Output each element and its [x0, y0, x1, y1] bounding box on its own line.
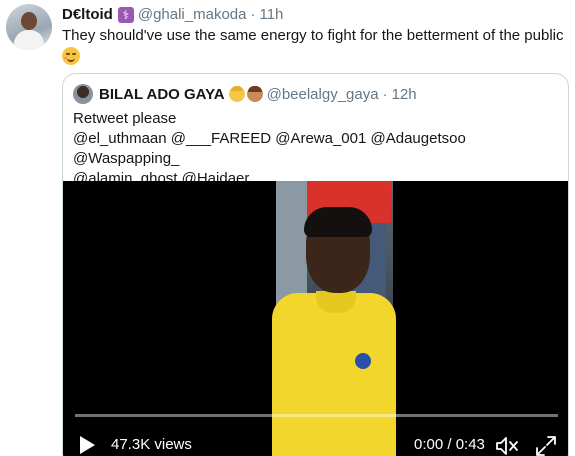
separator-dot: · [250, 6, 256, 23]
quoted-author-avatar[interactable] [73, 84, 93, 104]
shirt-crest [355, 353, 371, 369]
author-name[interactable]: D€ltoid [62, 6, 113, 23]
subject-hair [304, 207, 372, 237]
video-timecode: 0:00 / 0:43 [414, 436, 485, 453]
quoted-tweet-text: Retweet please @el_uthmaan @___FAREED @A… [73, 109, 560, 189]
author-handle[interactable]: @ghali_makoda [138, 6, 247, 23]
view-count: 47.3K views [111, 436, 192, 453]
quoted-text-mentions-1[interactable]: @el_uthmaan @___FAREED @Arewa_001 @Adaug… [73, 129, 560, 169]
mute-icon[interactable] [495, 435, 519, 456]
video-player[interactable]: 47.3K views 0:00 / 0:43 [63, 181, 568, 456]
tweet-time[interactable]: 11h [259, 6, 283, 23]
tweet-text-body: They should've use the same energy to fi… [62, 27, 564, 44]
quoted-tweet[interactable]: BILAL ADO GAYA @beelalgy_gaya · 12h Retw… [62, 73, 569, 456]
medical-symbol-icon: ⚕ [117, 6, 134, 23]
tweet-text: They should've use the same energy to fi… [62, 26, 567, 66]
quoted-author-name[interactable]: BILAL ADO GAYA [99, 86, 225, 103]
quoted-author-handle[interactable]: @beelalgy_gaya [267, 86, 379, 103]
author-avatar[interactable] [6, 4, 52, 50]
separator-dot: · [382, 85, 388, 103]
quoted-text-line-1: Retweet please [73, 110, 177, 127]
video-progress-bar[interactable] [75, 414, 558, 417]
avatar-head [21, 12, 37, 30]
quoted-tweet-time[interactable]: 12h [392, 86, 417, 103]
tweet[interactable]: D€ltoid ⚕ @ghali_makoda · 11h They shoul… [0, 0, 575, 456]
avatar-body [14, 30, 44, 50]
play-icon[interactable] [80, 436, 95, 454]
quoted-tweet-header: BILAL ADO GAYA @beelalgy_gaya · 12h [73, 84, 417, 104]
tweet-header: D€ltoid ⚕ @ghali_makoda · 11h [62, 6, 283, 23]
video-controls: 47.3K views 0:00 / 0:43 [63, 425, 568, 456]
smirking-face-emoji [62, 47, 80, 66]
expand-icon[interactable] [535, 435, 557, 456]
man-beard-emoji [246, 86, 263, 102]
blond-person-emoji [228, 86, 245, 102]
